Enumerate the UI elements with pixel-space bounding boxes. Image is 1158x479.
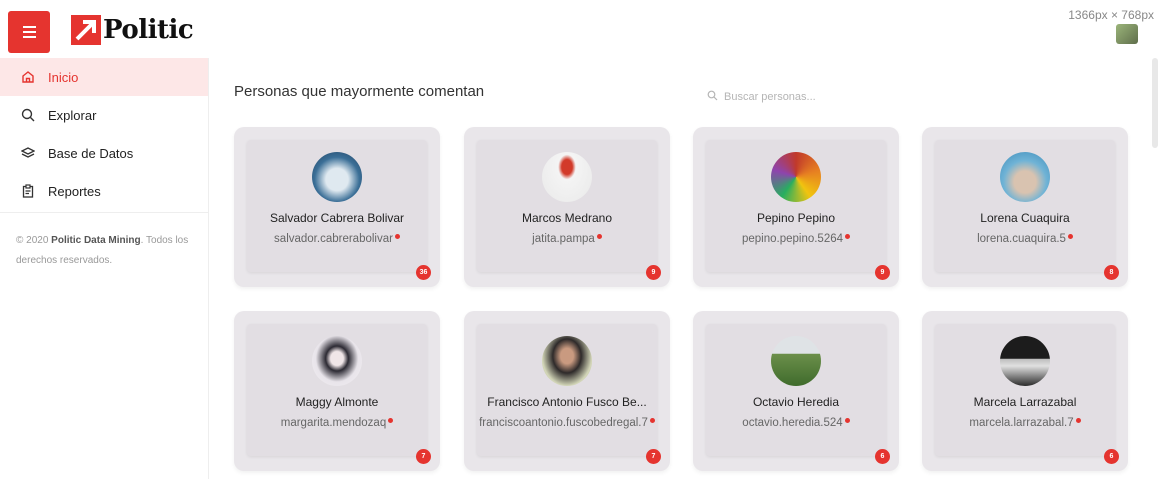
avatar xyxy=(1000,336,1050,386)
trend-arrow-icon xyxy=(71,15,101,45)
user-avatar[interactable] xyxy=(1116,24,1138,44)
status-dot xyxy=(394,234,400,239)
hamburger-icon xyxy=(22,26,36,28)
layers-icon xyxy=(20,145,36,161)
search-icon xyxy=(707,90,724,104)
comment-count-badge: 7 xyxy=(416,449,431,464)
person-username: jatita.pampa xyxy=(532,233,595,245)
person-username: octavio.heredia.524 xyxy=(742,417,843,429)
status-dot xyxy=(845,234,851,239)
person-username: lorena.cuaquira.5 xyxy=(977,233,1066,245)
person-card[interactable]: Pepino Pepino pepino.pepino.5264 9 xyxy=(693,127,899,287)
person-name: Marcos Medrano xyxy=(521,211,613,225)
top-bar: Politic 1366px × 768px xyxy=(0,0,1158,58)
person-card[interactable]: Maggy Almonte margarita.mendozaq 7 xyxy=(234,311,440,471)
status-dot xyxy=(1067,234,1073,239)
sidebar-item-inicio[interactable]: Inicio xyxy=(0,58,208,96)
search-icon xyxy=(20,107,36,123)
person-card[interactable]: Lorena Cuaquira lorena.cuaquira.5 8 xyxy=(922,127,1128,287)
person-name: Francisco Antonio Fusco Be... xyxy=(487,395,647,409)
avatar xyxy=(1000,152,1050,202)
person-card[interactable]: Marcela Larrazabal marcela.larrazabal.7 … xyxy=(922,311,1128,471)
person-card[interactable]: Salvador Cabrera Bolivar salvador.cabrer… xyxy=(234,127,440,287)
avatar xyxy=(771,152,821,202)
page-title: Personas que mayormente comentan xyxy=(234,83,485,100)
person-card[interactable]: Octavio Heredia octavio.heredia.524 6 xyxy=(693,311,899,471)
avatar xyxy=(312,336,362,386)
comment-count-badge: 9 xyxy=(875,265,890,280)
avatar xyxy=(542,336,592,386)
brand-name: Politic xyxy=(103,15,194,45)
avatar xyxy=(542,152,592,202)
search-input[interactable] xyxy=(724,91,864,103)
status-dot xyxy=(1075,418,1081,423)
comment-count-badge: 6 xyxy=(875,449,890,464)
person-username: salvador.cabrerabolivar xyxy=(274,233,393,245)
scrollbar[interactable] xyxy=(1152,58,1158,148)
sidebar: Inicio Explorar Base de Datos Reportes ©… xyxy=(0,58,209,479)
sidebar-item-reportes[interactable]: Reportes xyxy=(0,172,208,210)
person-card[interactable]: Francisco Antonio Fusco Be... franciscoa… xyxy=(464,311,670,471)
search-box[interactable] xyxy=(707,90,864,104)
footer-brand: Politic Data Mining xyxy=(51,235,141,246)
person-card[interactable]: Marcos Medrano jatita.pampa 9 xyxy=(464,127,670,287)
avatar xyxy=(312,152,362,202)
person-name: Pepino Pepino xyxy=(756,211,836,225)
status-dot xyxy=(844,418,850,423)
comment-count-badge: 9 xyxy=(646,265,661,280)
clipboard-icon xyxy=(20,183,36,199)
person-username: franciscoantonio.fuscobedregal.7 xyxy=(479,417,648,429)
sidebar-item-label: Explorar xyxy=(48,107,97,123)
menu-toggle-button[interactable] xyxy=(8,11,50,53)
main-content: Personas que mayormente comentan Salvado… xyxy=(210,58,1158,479)
brand-logo[interactable]: Politic xyxy=(71,14,194,46)
home-icon xyxy=(20,69,36,85)
comment-count-badge: 8 xyxy=(1104,265,1119,280)
person-name: Salvador Cabrera Bolivar xyxy=(269,211,405,225)
person-username: pepino.pepino.5264 xyxy=(741,233,844,245)
status-dot xyxy=(596,234,602,239)
sidebar-item-label: Reportes xyxy=(48,183,101,199)
person-name: Octavio Heredia xyxy=(752,395,840,409)
person-name: Marcela Larrazabal xyxy=(973,395,1077,409)
comment-count-badge: 6 xyxy=(1104,449,1119,464)
copyright-footer: © 2020 Politic Data Mining. Todos los de… xyxy=(16,235,189,266)
person-username: marcela.larrazabal.7 xyxy=(969,417,1074,429)
comment-count-badge: 36 xyxy=(416,265,431,280)
comment-count-badge: 7 xyxy=(646,449,661,464)
sidebar-item-label: Base de Datos xyxy=(48,145,134,161)
person-name: Lorena Cuaquira xyxy=(980,211,1070,225)
person-username: margarita.mendozaq xyxy=(280,417,387,429)
status-dot xyxy=(649,418,655,423)
screen-dimensions: 1366px × 768px xyxy=(1068,8,1154,22)
status-dot xyxy=(388,418,394,423)
sidebar-item-label: Inicio xyxy=(48,69,79,85)
person-name: Maggy Almonte xyxy=(295,395,379,409)
sidebar-item-explorar[interactable]: Explorar xyxy=(0,96,208,134)
sidebar-item-base-de-datos[interactable]: Base de Datos xyxy=(0,134,208,172)
avatar xyxy=(771,336,821,386)
